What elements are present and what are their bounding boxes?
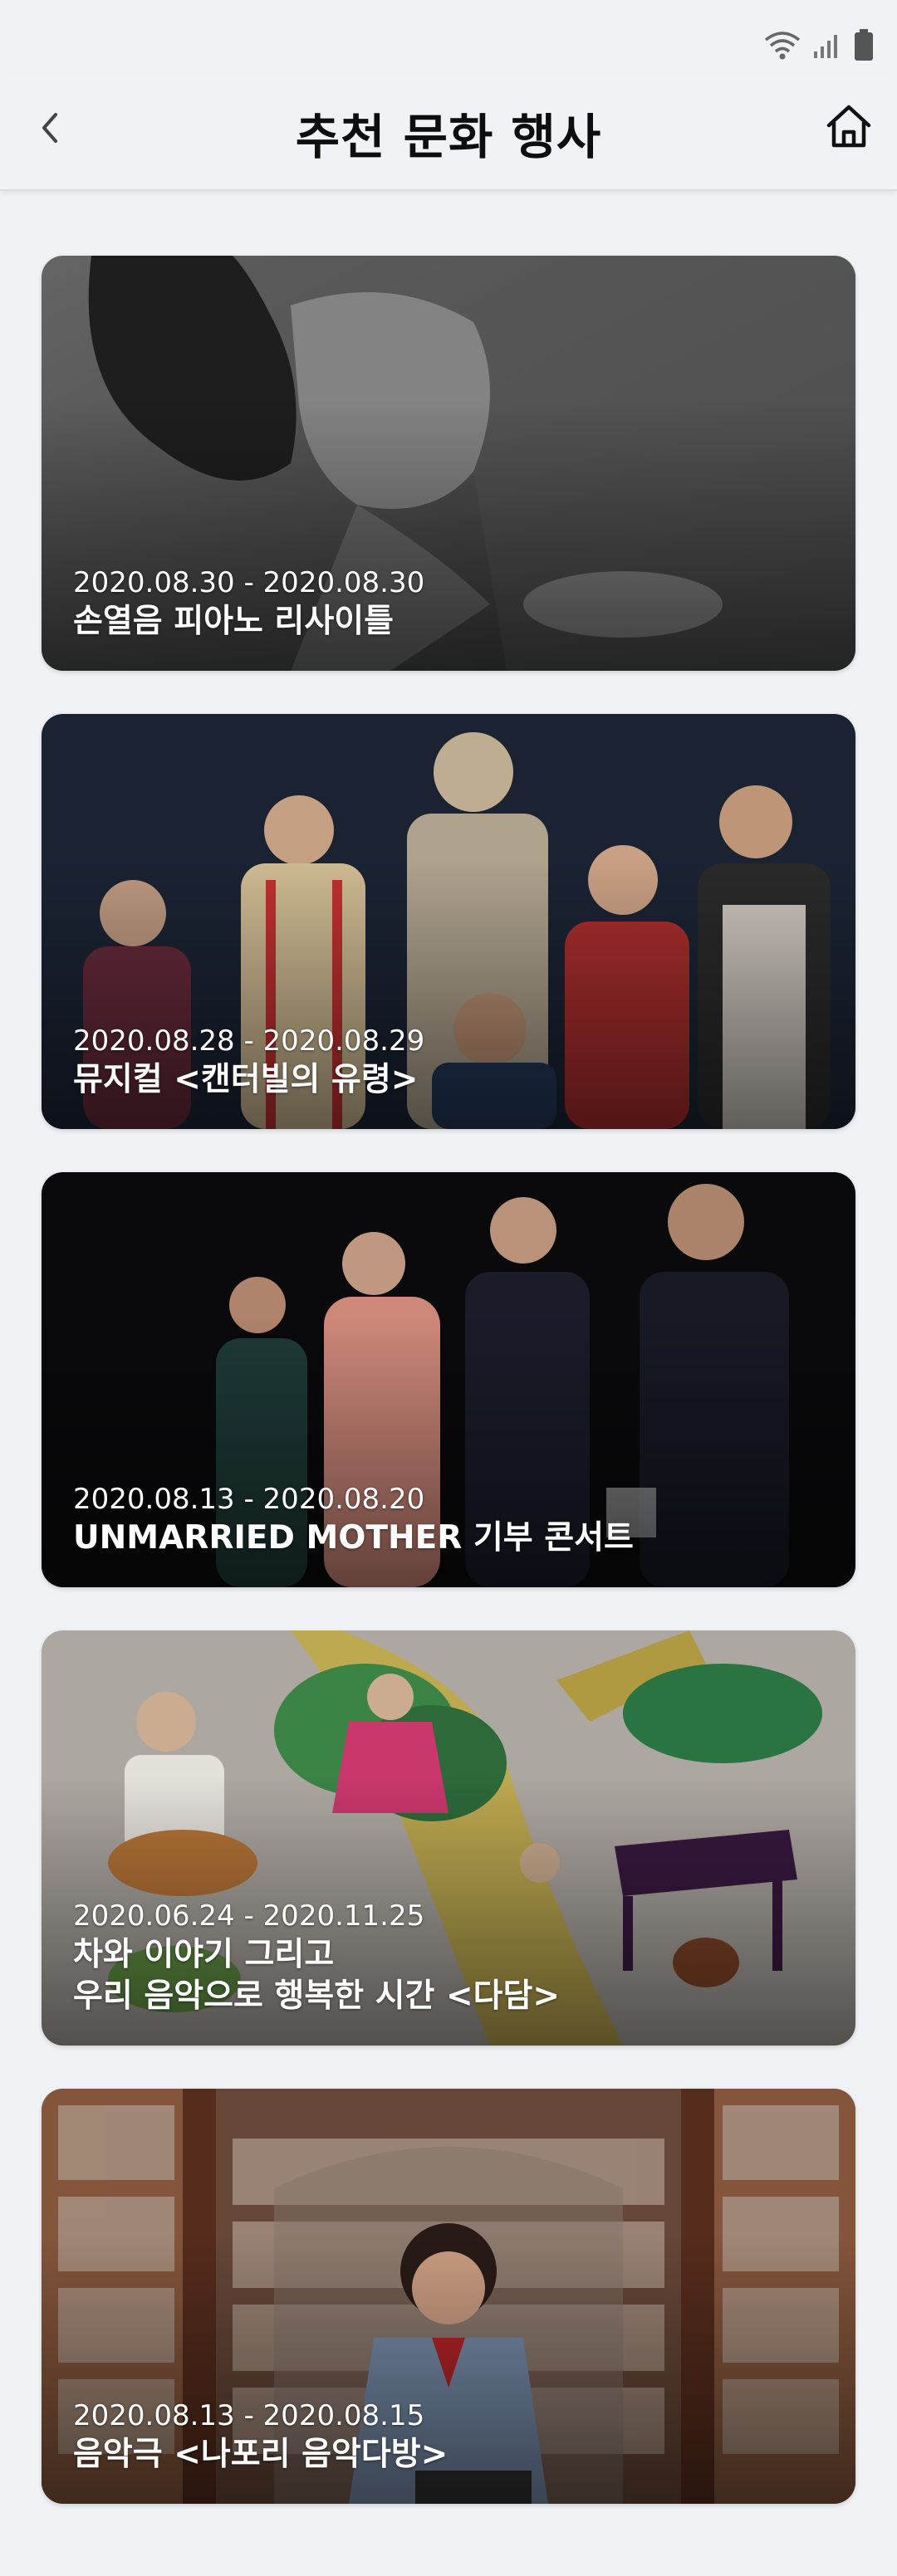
event-title: 손열음 피아노 리사이틀 [73,603,394,640]
wifi-icon [764,30,801,63]
event-title: 뮤지컬 <캔터빌의 유령> [73,1061,419,1098]
event-card[interactable]: 2020.08.28 - 2020.08.29 뮤지컬 <캔터빌의 유령> [42,714,855,1129]
event-card[interactable]: 2020.08.13 - 2020.08.15 음악극 <나포리 음악다방> [42,2089,855,2504]
event-caption: 2020.08.13 - 2020.08.15 음악극 <나포리 음악다방> [73,2398,824,2476]
header-bar: 추천 문화 행사 [0,75,897,191]
event-title: 음악극 <나포리 음악다방> [73,2436,448,2473]
status-icons [764,28,874,65]
status-bar [0,0,897,75]
event-caption: 2020.08.30 - 2020.08.30 손열음 피아노 리사이틀 [73,565,824,643]
page-title: 추천 문화 행사 [295,109,602,165]
event-caption: 2020.08.13 - 2020.08.20 UNMARRIED MOTHER… [73,1481,824,1559]
event-caption: 2020.06.24 - 2020.11.25 차와 이야기 그리고 우리 음악… [73,1898,824,2017]
event-list: 2020.08.30 - 2020.08.30 손열음 피아노 리사이틀 202… [42,256,855,2547]
home-button[interactable] [819,98,879,158]
battery-icon [854,28,874,65]
event-title: UNMARRIED MOTHER 기부 콘서트 [73,1519,634,1557]
event-card[interactable]: 2020.06.24 - 2020.11.25 차와 이야기 그리고 우리 음악… [42,1630,855,2046]
event-card[interactable]: 2020.08.13 - 2020.08.20 UNMARRIED MOTHER… [42,1172,855,1587]
event-date: 2020.08.13 - 2020.08.20 [73,1483,425,1516]
event-date: 2020.08.28 - 2020.08.29 [73,1024,425,1058]
home-icon [826,104,872,152]
event-title: 차와 이야기 그리고 우리 음악으로 행복한 시간 <다담> [73,1936,561,2015]
event-date: 2020.08.30 - 2020.08.30 [73,566,425,599]
signal-icon [812,30,842,63]
event-date: 2020.08.13 - 2020.08.15 [73,2399,425,2432]
event-date: 2020.06.24 - 2020.11.25 [73,1899,425,1933]
event-card[interactable]: 2020.08.30 - 2020.08.30 손열음 피아노 리사이틀 [42,256,855,671]
event-caption: 2020.08.28 - 2020.08.29 뮤지컬 <캔터빌의 유령> [73,1023,824,1101]
